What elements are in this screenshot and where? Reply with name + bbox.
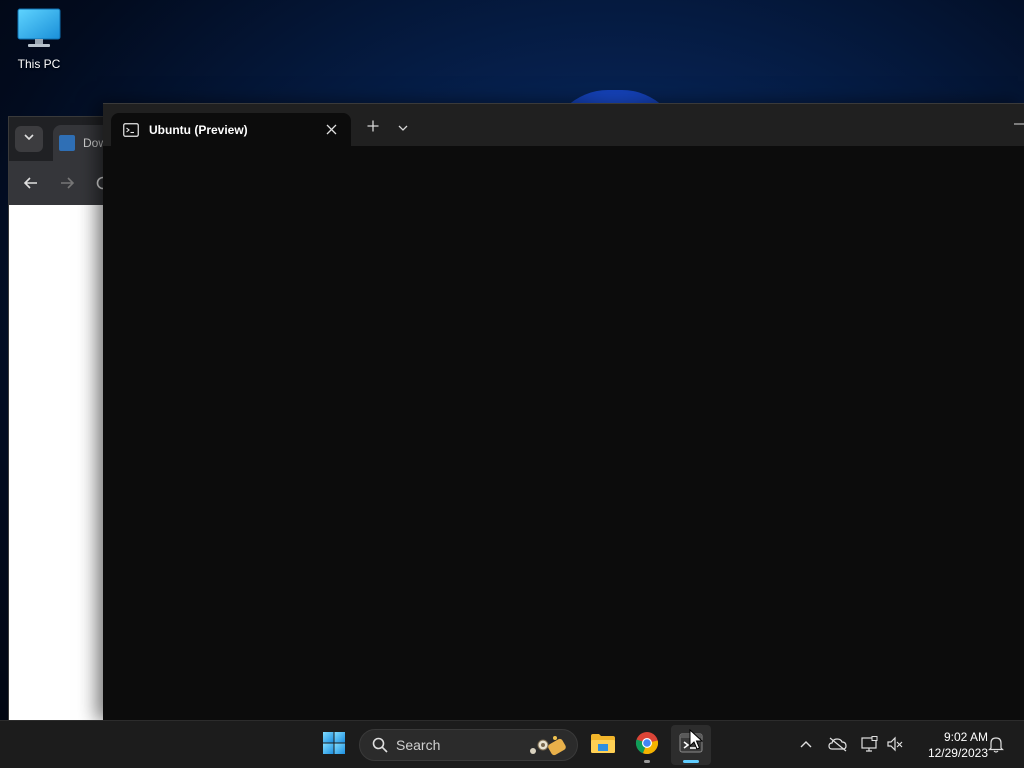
new-tab-button[interactable] [363, 118, 383, 138]
desktop: This PC Dow Ubuntu (Preview) Search 9:02… [0, 0, 1024, 768]
minimize-button[interactable] [1010, 114, 1024, 134]
tab-search-icon [23, 130, 35, 148]
active-indicator [683, 760, 699, 763]
terminal-tab[interactable]: Ubuntu (Preview) [111, 113, 351, 146]
clock-time: 9:02 AM [943, 730, 988, 744]
tab-search-button[interactable] [15, 126, 43, 152]
desktop-icon-label: This PC [17, 57, 61, 71]
network-icon[interactable] [858, 733, 880, 755]
taskbar: Search 9:02 AM 12/29/2023 [0, 720, 1024, 768]
search-placeholder: Search [396, 737, 441, 753]
running-indicator [644, 760, 650, 763]
terminal-console[interactable] [103, 146, 1024, 721]
monitor-icon [17, 8, 61, 53]
close-icon[interactable] [323, 121, 339, 137]
volume-muted-icon[interactable] [884, 733, 906, 755]
chevron-down-icon [398, 119, 408, 137]
forward-arrow-icon[interactable] [59, 175, 75, 196]
taskbar-search[interactable]: Search [359, 729, 578, 761]
chevron-up-icon[interactable] [795, 733, 817, 755]
terminal-icon [123, 122, 139, 137]
terminal-window[interactable]: Ubuntu (Preview) [103, 103, 1024, 721]
search-icon [372, 737, 388, 753]
tab-favicon-icon [59, 135, 75, 151]
taskbar-file-explorer[interactable] [583, 725, 623, 765]
terminal-titlebar[interactable]: Ubuntu (Preview) [103, 104, 1024, 146]
chrome-icon [635, 731, 659, 760]
tab-dropdown-button[interactable] [393, 118, 413, 138]
onedrive-offline-icon[interactable] [827, 733, 849, 755]
minimize-icon [1010, 121, 1024, 138]
notification-bell-icon[interactable] [985, 733, 1007, 755]
search-highlight-icon [525, 733, 571, 764]
windows-logo-icon [322, 731, 346, 760]
plus-icon [367, 119, 379, 137]
back-arrow-icon[interactable] [23, 175, 39, 196]
clock-date: 12/29/2023 [927, 746, 988, 760]
folder-icon [590, 732, 616, 759]
taskbar-clock[interactable]: 9:02 AM 12/29/2023 [912, 729, 988, 761]
mouse-cursor-icon [689, 728, 704, 751]
start-button[interactable] [314, 725, 354, 765]
terminal-tab-label: Ubuntu (Preview) [149, 122, 248, 137]
taskbar-chrome[interactable] [627, 725, 667, 765]
desktop-icon-this-pc[interactable]: This PC [10, 8, 68, 78]
